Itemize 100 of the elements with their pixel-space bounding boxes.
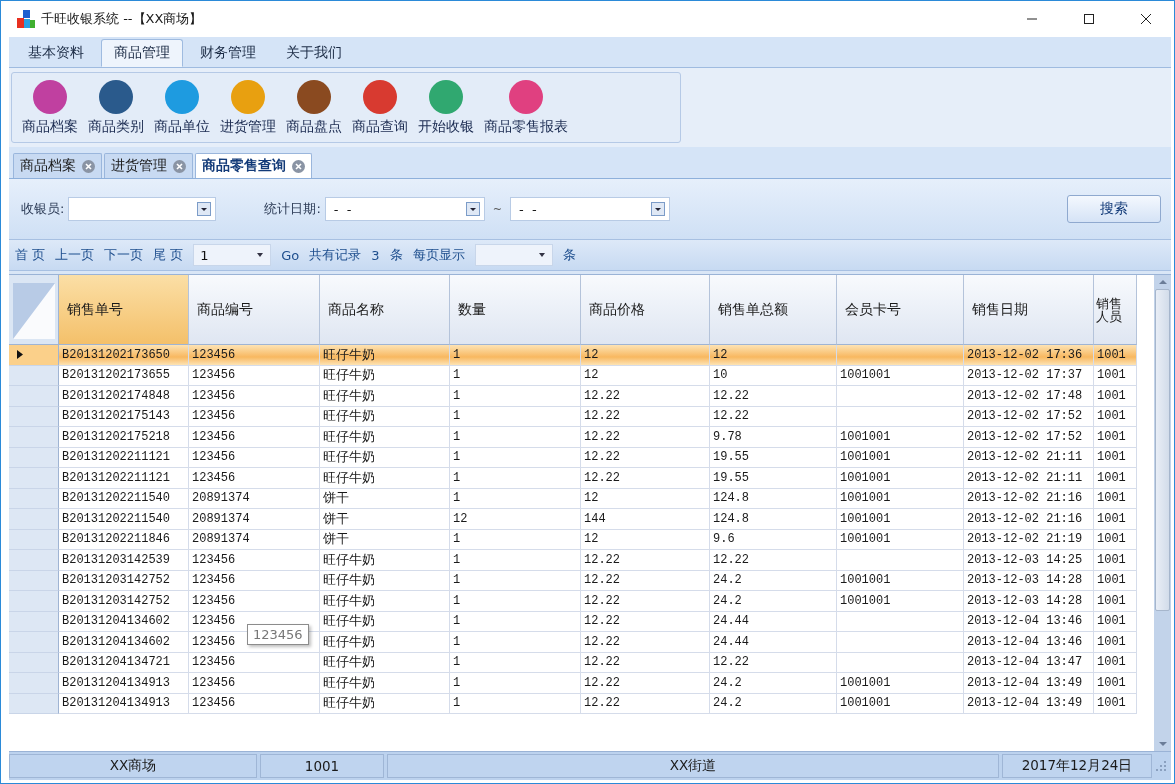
ribbon-button[interactable]: 商品单位	[150, 77, 214, 138]
table-cell: 2013-12-04 13:46	[964, 632, 1094, 653]
ribbon-button[interactable]: 商品零售报表	[480, 77, 572, 138]
column-header[interactable]: 会员卡号	[837, 275, 964, 345]
document-tab[interactable]: 进货管理	[104, 153, 193, 178]
scroll-down-icon[interactable]	[1157, 741, 1168, 747]
ribbon-button[interactable]: 商品类别	[84, 77, 148, 138]
previous-page-link[interactable]: 上一页	[55, 246, 95, 264]
column-header[interactable]: 商品名称	[320, 275, 450, 345]
table-cell: 123456	[189, 345, 320, 366]
close-icon[interactable]	[1140, 13, 1152, 25]
tab-label[interactable]: 商品档案	[20, 157, 76, 175]
table-cell: 1	[450, 406, 581, 427]
scrollbar-thumb[interactable]	[1155, 289, 1170, 611]
table-cell: 旺仔牛奶	[320, 365, 450, 386]
table-cell: 1001	[1094, 509, 1137, 530]
document-tab[interactable]: 商品档案	[13, 153, 102, 178]
maximize-icon[interactable]	[1083, 13, 1095, 25]
table-cell: 2013-12-04 13:46	[964, 611, 1094, 632]
last-page-link[interactable]: 尾 页	[153, 246, 184, 264]
menu-tab[interactable]: 关于我们	[273, 39, 355, 67]
date-to-field[interactable]: - -	[510, 197, 670, 221]
column-header[interactable]: 销售人员	[1094, 275, 1137, 345]
ribbon-button[interactable]: 商品盘点	[282, 77, 346, 138]
table-cell: B20131203142752	[59, 591, 189, 612]
current-row-icon	[17, 350, 23, 360]
search-button[interactable]: 搜索	[1067, 195, 1161, 223]
table-cell: 124.8	[710, 509, 837, 530]
table-cell: B20131202211540	[59, 488, 189, 509]
table-cell: 2013-12-02 17:37	[964, 365, 1094, 386]
date-from-field[interactable]: - -	[324, 197, 485, 221]
table-cell: 12.22	[581, 406, 710, 427]
table-cell: 1001	[1094, 468, 1137, 489]
next-page-link[interactable]: 下一页	[104, 246, 144, 264]
table-cell: 旺仔牛奶	[320, 570, 450, 591]
table-cell: 1	[450, 365, 581, 386]
table-cell: B20131202175218	[59, 427, 189, 448]
table-cell: 1001	[1094, 652, 1137, 673]
column-header[interactable]: 商品价格	[581, 275, 710, 345]
table-cell: 20891374	[189, 529, 320, 550]
table-cell: 1001	[1094, 427, 1137, 448]
tab-label[interactable]: 进货管理	[111, 157, 167, 175]
table-cell: 123456	[189, 468, 320, 489]
record-count: 3	[371, 247, 380, 263]
per-page-label: 每页显示	[412, 246, 465, 264]
ribbon-button[interactable]: 商品档案	[18, 77, 82, 138]
table-cell: 12	[581, 345, 710, 366]
table-cell: 1	[450, 529, 581, 550]
table-cell: 12.22	[581, 693, 710, 714]
column-header[interactable]: 销售单总额	[710, 275, 837, 345]
table-cell: 旺仔牛奶	[320, 550, 450, 571]
column-header[interactable]: 数量	[450, 275, 581, 345]
table-cell: 1001001	[837, 365, 964, 386]
first-page-link[interactable]: 首 页	[15, 246, 46, 264]
column-header[interactable]: 商品编号	[189, 275, 320, 345]
table-cell: 24.44	[710, 611, 837, 632]
table-cell: 旺仔牛奶	[320, 611, 450, 632]
ribbon-button[interactable]: 商品查询	[348, 77, 412, 138]
dropdown-arrow-icon[interactable]	[537, 252, 546, 258]
tab-label[interactable]: 商品零售查询	[202, 157, 286, 175]
table-cell: 2013-12-02 21:16	[964, 509, 1094, 530]
table-cell: 12	[581, 529, 710, 550]
window-title: 千旺收银系统 --【XX商场】	[41, 10, 203, 28]
table-cell: B20131203142539	[59, 550, 189, 571]
table-cell: 1001	[1094, 673, 1137, 694]
table-cell: 2013-12-02 21:16	[964, 488, 1094, 509]
go-link[interactable]: Go	[281, 247, 300, 263]
table-cell: 12.22	[581, 550, 710, 571]
document-tab[interactable]: 商品零售查询	[195, 153, 312, 178]
resize-grip-icon[interactable]	[1155, 760, 1167, 772]
table-cell: 12.22	[581, 652, 710, 673]
column-header[interactable]: 销售单号	[59, 275, 189, 345]
table-cell: 1001001	[837, 447, 964, 468]
scroll-up-icon[interactable]	[1157, 279, 1168, 285]
menu-tab[interactable]: 基本资料	[15, 39, 97, 67]
menu-tab[interactable]: 财务管理	[187, 39, 269, 67]
table-cell: 24.2	[710, 570, 837, 591]
ribbon-button[interactable]: 开始收银	[414, 77, 478, 138]
row-header[interactable]	[9, 345, 59, 366]
table-cell: 12	[710, 345, 837, 366]
table-cell: 1001	[1094, 693, 1137, 714]
table-cell: 12	[581, 488, 710, 509]
table-cell: 123456	[189, 386, 320, 407]
table-cell: 123456	[189, 406, 320, 427]
status-panel: 1001	[260, 754, 384, 778]
table-cell: 2013-12-03 14:25	[964, 550, 1094, 571]
table-cell: B20131204134913	[59, 673, 189, 694]
dropdown-arrow-icon[interactable]	[256, 252, 265, 258]
vertical-scrollbar[interactable]	[1154, 275, 1171, 751]
table-cell: 1	[450, 447, 581, 468]
table-cell: 12.22	[710, 406, 837, 427]
table-cell: 饼干	[320, 529, 450, 550]
page-dropdown[interactable]: 1	[193, 244, 272, 266]
table-cell: 1001	[1094, 632, 1137, 653]
table-cell: 12.22	[581, 611, 710, 632]
records-label: 共有记录	[309, 246, 362, 264]
menu-tab[interactable]: 商品管理	[101, 39, 183, 67]
table-cell: 12	[450, 509, 581, 530]
ribbon-button[interactable]: 进货管理	[216, 77, 280, 138]
column-header[interactable]: 销售日期	[964, 275, 1094, 345]
